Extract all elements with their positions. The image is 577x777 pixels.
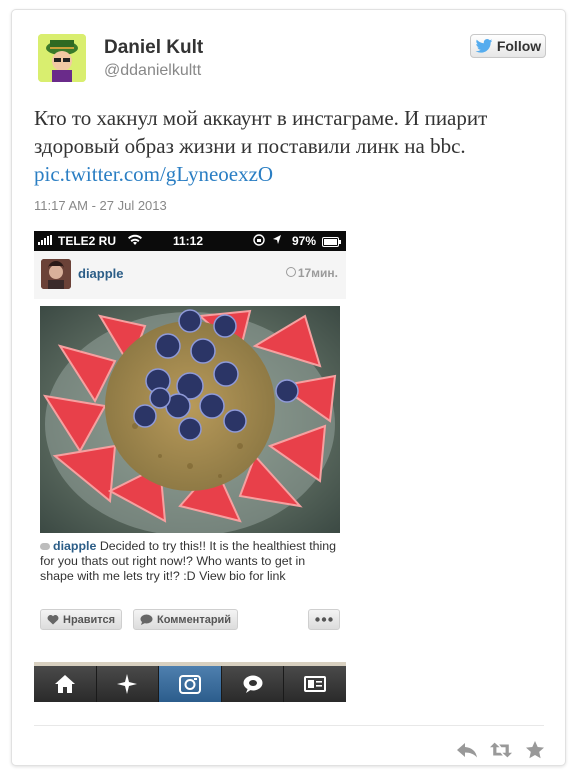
author-handle[interactable]: @ddanielkultt: [104, 62, 201, 80]
author-avatar[interactable]: [38, 34, 86, 82]
star-icon: [526, 741, 544, 759]
embedded-screenshot: TELE2 RU 11:12 97% diapple 17мин. diappl…: [34, 231, 346, 702]
explore-icon: [117, 674, 138, 694]
battery-percent: 97%: [292, 234, 317, 248]
tweet-body: Кто то хакнул мой аккаунт в инстаграме. …: [34, 106, 488, 158]
follow-label: Follow: [496, 38, 542, 54]
twitter-bird-icon: [475, 39, 493, 53]
user-avatar[interactable]: [41, 259, 71, 289]
retweet-icon: [490, 742, 512, 758]
camera-icon: [178, 675, 201, 694]
reply-button[interactable]: [456, 739, 478, 761]
comment-button[interactable]: Комментарий: [133, 609, 239, 630]
tab-explore[interactable]: [96, 666, 160, 702]
heart-icon: [47, 615, 59, 625]
follow-button[interactable]: Follow: [470, 34, 546, 58]
more-options-button[interactable]: [308, 609, 340, 630]
tab-camera[interactable]: [159, 666, 222, 702]
clock: 11:12: [173, 234, 204, 248]
divider: [34, 725, 544, 726]
tab-news[interactable]: [221, 666, 285, 702]
profile-icon: [304, 676, 327, 692]
location-icon: [272, 234, 282, 249]
tweet-card: Daniel Kult @ddanielkultt Follow Кто то …: [11, 9, 566, 766]
more-icon: [315, 617, 333, 622]
author-name[interactable]: Daniel Kult: [104, 37, 203, 59]
favorite-button[interactable]: [524, 739, 546, 761]
clock-icon: [285, 267, 296, 277]
signal-icon: [38, 234, 54, 248]
carrier: TELE2 RU: [58, 234, 117, 248]
status-bar: TELE2 RU 11:12 97%: [34, 231, 346, 251]
post-caption: diapple Decided to try this!! It is the …: [40, 539, 338, 584]
lock-rotation-icon: [252, 234, 266, 249]
comment-icon: [140, 614, 153, 625]
post-header: diapple 17мин.: [34, 251, 346, 299]
battery-icon: [322, 236, 342, 250]
tab-bar: [34, 666, 346, 702]
post-photo[interactable]: [40, 306, 340, 533]
post-username[interactable]: diapple: [78, 266, 124, 281]
news-icon: [243, 675, 263, 693]
tweet-timestamp[interactable]: 11:17 AM - 27 Jul 2013: [34, 198, 167, 213]
home-icon: [54, 675, 75, 693]
comment-label: Комментарий: [157, 613, 232, 626]
retweet-button[interactable]: [490, 739, 512, 761]
tweet-link[interactable]: pic.twitter.com/gLyneoexzO: [34, 162, 273, 186]
like-button[interactable]: Нравится: [40, 609, 123, 630]
tab-home[interactable]: [34, 666, 97, 702]
comment-bubble-icon: [40, 543, 50, 550]
wifi-icon: [127, 234, 143, 249]
post-time: 17мин.: [285, 266, 338, 280]
post-time-text: 17мин.: [297, 266, 338, 280]
like-label: Нравится: [63, 613, 116, 626]
tab-profile[interactable]: [284, 666, 346, 702]
tweet-text: Кто то хакнул мой аккаунт в инстаграме. …: [34, 104, 544, 188]
caption-username[interactable]: diapple: [53, 539, 96, 553]
reply-icon: [457, 743, 477, 758]
